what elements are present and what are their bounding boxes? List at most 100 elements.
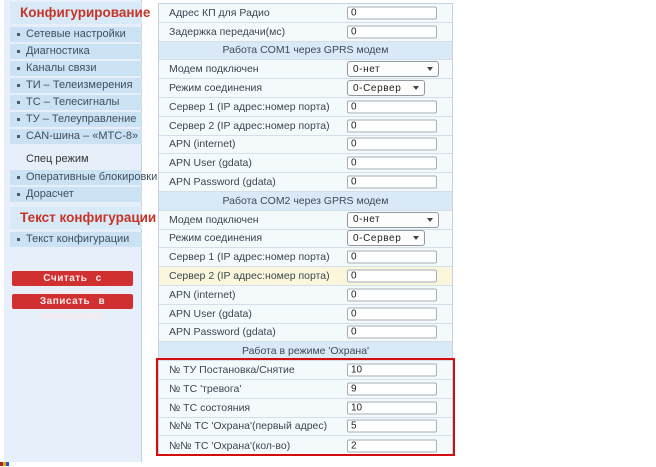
row-com1-apn: APN (internet) — [159, 136, 452, 155]
row-com1-server1: Сервер 1 (IP адрес:номер порта) — [159, 98, 452, 117]
bullet-icon — [17, 50, 20, 53]
sidebar-item-can-bus[interactable]: CAN-шина – «МТС-8» — [10, 129, 142, 144]
row-com2-apn-user: APN User (gdata) — [159, 305, 452, 324]
row-com2-server1: Сервер 1 (IP адрес:номер порта) — [159, 248, 452, 267]
sidebar-item-label: Сетевые настройки — [26, 28, 126, 40]
com2-apn-input[interactable] — [347, 288, 437, 301]
corner-artifact-icon — [0, 462, 9, 466]
settings-table: Адрес КП для Радио Задержка передачи(мс)… — [158, 3, 453, 456]
sidebar-item-label: Диагностика — [26, 45, 90, 57]
bullet-icon — [17, 193, 20, 196]
row-com1-server2: Сервер 2 (IP адрес:номер порта) — [159, 117, 452, 136]
com2-apn-password-input[interactable] — [347, 326, 437, 339]
field-label: №№ ТС 'Охрана'(первый адрес) — [169, 420, 327, 432]
sidebar-item-recalculation[interactable]: Дорасчет — [10, 187, 142, 202]
field-label: APN (internet) — [169, 138, 236, 150]
chevron-down-icon — [413, 236, 419, 240]
guard-ts-first-address-input[interactable] — [347, 420, 437, 433]
select-value: 0-нет — [353, 64, 380, 75]
sidebar-item-telemetry[interactable]: ТИ – Телеизмерения — [10, 78, 142, 93]
sidebar-item-config-text[interactable]: Текст конфигурации — [10, 232, 142, 247]
section-header-label: Работа в режиме 'Охрана' — [242, 345, 369, 357]
row-com1-apn-user: APN User (gdata) — [159, 154, 452, 173]
sidebar-item-comm-channels[interactable]: Каналы связи — [10, 61, 142, 76]
field-label: № ТУ Постановка/Снятие — [169, 364, 295, 376]
guard-tu-arm-input[interactable] — [347, 364, 437, 377]
section-header-label: Работа COM1 через GPRS модем — [223, 44, 389, 56]
row-guard-tu-arm: № ТУ Постановка/Снятие — [159, 361, 452, 380]
sidebar-section-label: Текст конфигурации — [20, 210, 156, 225]
sidebar-item-telesignals[interactable]: ТС – Телесигналы — [10, 95, 142, 110]
chevron-down-icon — [427, 67, 433, 71]
row-com2-server2: Сервер 2 (IP адрес:номер порта) — [159, 267, 452, 286]
field-label: №№ ТС 'Охрана'(кол-во) — [169, 440, 290, 452]
sidebar-item-telecontrol[interactable]: ТУ – Телеуправление — [10, 112, 142, 127]
com2-connection-mode-select[interactable]: 0-Сервер — [347, 230, 425, 246]
com1-server2-input[interactable] — [347, 119, 437, 132]
bullet-icon — [17, 238, 20, 241]
field-label: APN User (gdata) — [169, 157, 252, 169]
field-label: № ТС 'тревога' — [169, 383, 241, 395]
com1-apn-user-input[interactable] — [347, 157, 437, 170]
section-header-guard-mode: Работа в режиме 'Охрана' — [159, 342, 452, 361]
field-label: APN (internet) — [169, 289, 236, 301]
sidebar-item-label: Текст конфигурации — [26, 233, 129, 245]
bullet-icon — [17, 33, 20, 36]
address-radio-input[interactable] — [347, 6, 437, 19]
row-com1-connection-mode: Режим соединения 0-Сервер — [159, 79, 452, 98]
chevron-down-icon — [427, 218, 433, 222]
section-header-label: Работа COM2 через GPRS модем — [223, 195, 389, 207]
sidebar-item-label: CAN-шина – «МТС-8» — [26, 130, 138, 142]
select-value: 0-Сервер — [353, 83, 401, 94]
guard-ts-alarm-input[interactable] — [347, 382, 437, 395]
bullet-icon — [17, 135, 20, 138]
sidebar-item-label: Спец режим — [26, 153, 89, 165]
chevron-down-icon — [413, 86, 419, 90]
com2-server2-input[interactable] — [347, 270, 437, 283]
com1-connection-mode-select[interactable]: 0-Сервер — [347, 80, 425, 96]
sidebar-section-label: Конфигурирование — [20, 5, 150, 20]
guard-ts-count-input[interactable] — [347, 439, 437, 452]
field-label: APN User (gdata) — [169, 308, 252, 320]
com1-modem-connected-select[interactable]: 0-нет — [347, 61, 439, 77]
row-guard-ts-state: № ТС состояния — [159, 399, 452, 418]
com2-server1-input[interactable] — [347, 251, 437, 264]
row-com2-apn: APN (internet) — [159, 286, 452, 305]
field-label: Задержка передачи(мс) — [169, 26, 285, 38]
guard-ts-state-input[interactable] — [347, 401, 437, 414]
row-address-radio: Адрес КП для Радио — [159, 4, 452, 23]
field-label: Сервер 1 (IP адрес:номер порта) — [169, 251, 330, 263]
field-label: Модем подключен — [169, 63, 259, 75]
row-com1-apn-password: APN Password (gdata) — [159, 173, 452, 192]
sidebar-item-diagnostics[interactable]: Диагностика — [10, 44, 142, 59]
sidebar-section-configuration: Конфигурирование — [10, 2, 142, 24]
sidebar-item-network-settings[interactable]: Сетевые настройки — [10, 27, 142, 42]
sidebar-item-operational-locks[interactable]: Оперативные блокировки — [10, 170, 142, 185]
sidebar-item-label: ТС – Телесигналы — [26, 96, 119, 108]
field-label: APN Password (gdata) — [169, 176, 276, 188]
section-header-com2: Работа COM2 через GPRS модем — [159, 192, 452, 211]
field-label: Сервер 2 (IP адрес:номер порта) — [169, 270, 330, 282]
row-guard-ts-alarm: № ТС 'тревога' — [159, 380, 452, 399]
com1-apn-input[interactable] — [347, 138, 437, 151]
section-header-com1: Работа COM1 через GPRS модем — [159, 42, 452, 61]
sidebar-item-label: ТУ – Телеуправление — [26, 113, 136, 125]
com1-apn-password-input[interactable] — [347, 176, 437, 189]
sidebar-item-spec-mode[interactable]: Спец режим — [10, 152, 142, 167]
tx-delay-input[interactable] — [347, 25, 437, 38]
sidebar-item-label: Каналы связи — [26, 62, 96, 74]
row-guard-ts-first-address: №№ ТС 'Охрана'(первый адрес) — [159, 418, 452, 437]
field-label: Адрес КП для Радио — [169, 7, 270, 19]
read-from-controller-button[interactable]: Считать с контроллера — [12, 271, 133, 286]
com2-apn-user-input[interactable] — [347, 307, 437, 320]
bullet-icon — [17, 84, 20, 87]
write-to-controller-button[interactable]: Записать в контроллер — [12, 294, 133, 309]
row-com2-modem-connected: Модем подключен 0-нет — [159, 211, 452, 230]
row-tx-delay: Задержка передачи(мс) — [159, 23, 452, 42]
field-label: № ТС состояния — [169, 402, 250, 414]
com1-server1-input[interactable] — [347, 100, 437, 113]
row-guard-ts-count: №№ ТС 'Охрана'(кол-во) — [159, 436, 452, 455]
field-label: Сервер 2 (IP адрес:номер порта) — [169, 120, 330, 132]
select-value: 0-нет — [353, 214, 380, 225]
com2-modem-connected-select[interactable]: 0-нет — [347, 212, 439, 228]
